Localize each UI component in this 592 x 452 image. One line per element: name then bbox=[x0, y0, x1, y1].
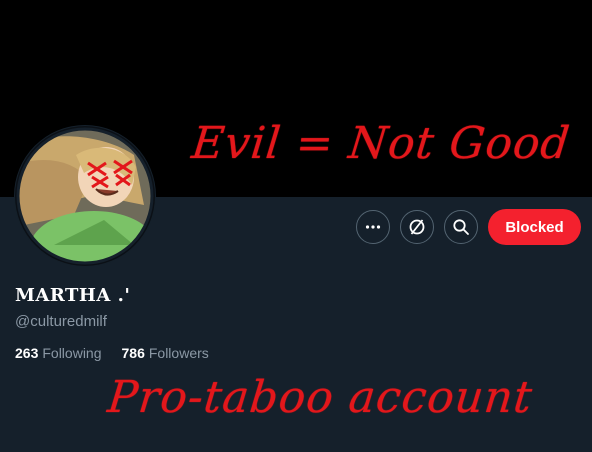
search-button[interactable] bbox=[444, 210, 478, 244]
following-link[interactable]: 263 Following bbox=[15, 345, 102, 361]
followers-count: 786 bbox=[121, 345, 145, 361]
more-button[interactable] bbox=[356, 210, 390, 244]
unfollow-topic-button[interactable] bbox=[400, 210, 434, 244]
display-name: MARTHA .' bbox=[15, 285, 131, 306]
blocked-button[interactable]: Blocked bbox=[488, 209, 581, 245]
avatar-image bbox=[15, 126, 155, 266]
following-label: Following bbox=[42, 345, 102, 361]
search-icon bbox=[453, 219, 469, 235]
follow-stats: 263 Following 786 Followers bbox=[15, 345, 209, 361]
more-horizontal-icon bbox=[365, 225, 381, 229]
annotation-top: Evil = Not Good bbox=[189, 118, 573, 169]
followers-link[interactable]: 786 Followers bbox=[122, 345, 209, 361]
avatar[interactable] bbox=[14, 125, 156, 267]
followers-label: Followers bbox=[148, 345, 209, 361]
user-handle: @culturedmilf bbox=[15, 313, 107, 330]
no-sign-icon bbox=[409, 219, 425, 235]
following-count: 263 bbox=[15, 345, 39, 361]
annotation-bottom: Pro-taboo account bbox=[105, 372, 536, 423]
